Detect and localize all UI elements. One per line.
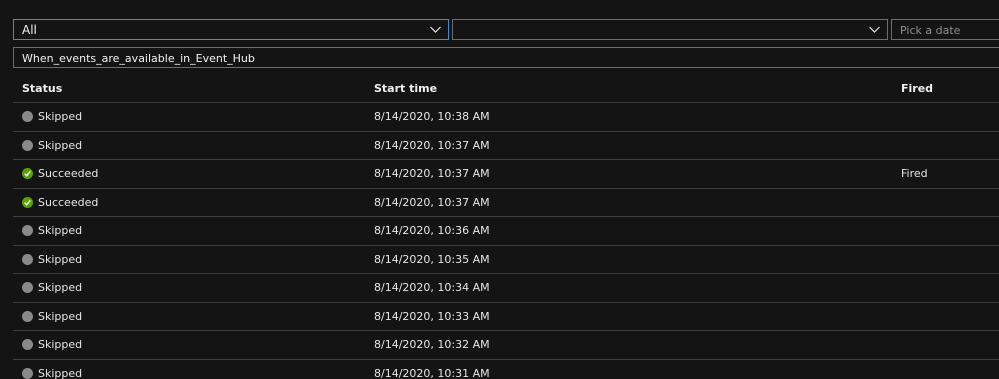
chevron-down-icon [430,26,441,33]
skipped-status-icon [22,253,33,265]
table-header: Status Start time Fired [13,74,999,103]
start-time-cell: 8/14/2020, 10:34 AM [374,281,490,294]
status-cell: Succeeded [22,196,98,209]
skipped-status-icon [22,282,33,293]
status-label: Skipped [38,366,83,379]
status-cell: Skipped [22,310,82,323]
start-time-cell: 8/14/2020, 10:31 AM [374,366,490,379]
status-cell: Succeeded [22,167,98,180]
table-row[interactable]: Skipped 8/14/2020, 10:32 AM [13,331,999,360]
status-label: Succeeded [38,167,99,180]
skipped-status-icon [22,225,33,236]
start-time-cell: 8/14/2020, 10:32 AM [374,338,490,351]
status-label: Skipped [38,224,83,237]
start-time-cell: 8/14/2020, 10:37 AM [374,167,490,180]
status-label: Skipped [38,338,83,351]
chevron-down-icon [869,26,880,33]
table-row[interactable]: Skipped 8/14/2020, 10:38 AM [13,103,999,132]
table-row[interactable]: Skipped 8/14/2020, 10:31 AM [13,360,999,379]
run-history-panel: All Pick a date When_events_are_availabl… [0,0,999,379]
trigger-name-field[interactable]: When_events_are_available_in_Event_Hub [13,47,999,68]
status-cell: Skipped [22,281,82,294]
start-time-cell: 8/14/2020, 10:38 AM [374,110,490,123]
status-cell: Skipped [22,253,82,266]
status-label: Skipped [38,309,83,323]
status-filter-value: All [22,23,37,37]
fired-cell: Fired [901,167,928,180]
table-row[interactable]: Skipped 8/14/2020, 10:34 AM [13,274,999,303]
trigger-name-value: When_events_are_available_in_Event_Hub [22,52,255,65]
skipped-status-icon [22,139,33,151]
table-row[interactable]: Succeeded 8/14/2020, 10:37 AM [13,189,999,217]
skipped-status-icon [22,339,33,350]
table-row[interactable]: Skipped 8/14/2020, 10:33 AM [13,303,999,331]
start-time-cell: 8/14/2020, 10:35 AM [374,252,490,266]
date-picker-input[interactable]: Pick a date [891,19,999,40]
time-range-dropdown[interactable] [452,19,888,40]
skipped-status-icon [22,310,33,322]
start-time-cell: 8/14/2020, 10:37 AM [374,138,490,152]
status-cell: Skipped [22,338,82,351]
success-check-icon [22,168,33,179]
status-filter-dropdown[interactable]: All [13,19,449,40]
history-table-body: Skipped 8/14/2020, 10:38 AM Skipped 8/14/20… [13,103,999,379]
status-cell: Skipped [22,224,82,237]
status-label: Skipped [38,110,83,123]
status-label: Skipped [38,281,83,294]
column-header-start-time[interactable]: Start time [374,82,437,95]
start-time-cell: 8/14/2020, 10:37 AM [374,195,490,209]
table-row[interactable]: Succeeded 8/14/2020, 10:37 AM Fired [13,160,999,189]
table-row[interactable]: Skipped 8/14/2020, 10:37 AM [13,132,999,160]
status-label: Succeeded [38,195,99,209]
status-cell: Skipped [22,139,82,152]
column-header-status[interactable]: Status [22,82,62,95]
skipped-status-icon [22,111,33,122]
column-header-fired[interactable]: Fired [901,82,933,95]
table-row[interactable]: Skipped 8/14/2020, 10:35 AM [13,246,999,274]
status-cell: Skipped [22,367,82,379]
table-row[interactable]: Skipped 8/14/2020, 10:36 AM [13,217,999,246]
status-label: Skipped [38,252,83,266]
start-time-cell: 8/14/2020, 10:36 AM [374,224,490,237]
success-check-icon [22,196,33,208]
skipped-status-icon [22,367,33,379]
status-label: Skipped [38,138,83,152]
date-picker-placeholder: Pick a date [900,24,961,37]
status-cell: Skipped [22,110,82,123]
start-time-cell: 8/14/2020, 10:33 AM [374,309,490,323]
